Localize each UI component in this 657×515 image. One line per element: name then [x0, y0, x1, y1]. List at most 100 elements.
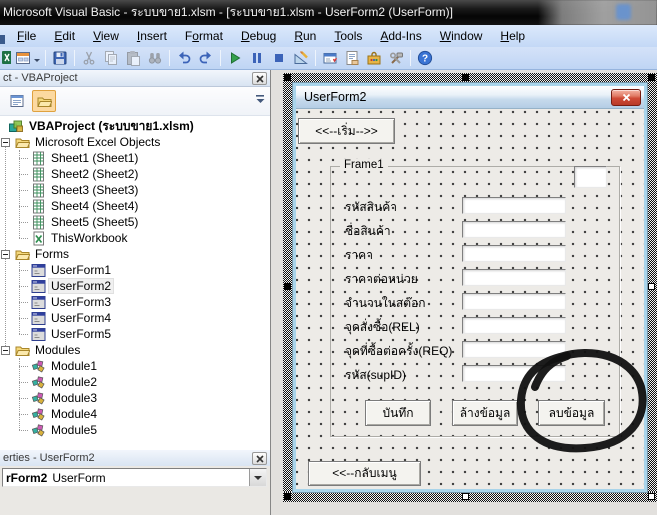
save-icon[interactable]: [50, 48, 70, 68]
tree-connector-line: [19, 382, 28, 383]
close-icon[interactable]: [252, 72, 267, 85]
tree-item-userform1[interactable]: UserForm1: [0, 262, 270, 278]
field-textbox-price[interactable]: [462, 245, 566, 262]
toolbar-separator: [169, 50, 170, 66]
dropdown-arrow-icon[interactable]: [249, 469, 266, 486]
tree-item-sheet4[interactable]: Sheet4 (Sheet4): [0, 198, 270, 214]
tree-item-microsoft-excel-objects[interactable]: Microsoft Excel Objects: [0, 134, 270, 150]
undo-icon[interactable]: [174, 48, 194, 68]
help-icon[interactable]: ?: [415, 48, 435, 68]
cut-icon[interactable]: [79, 48, 99, 68]
tree-item-label: UserForm4: [49, 311, 113, 325]
tree-item-label: UserForm3: [49, 295, 113, 309]
object-selector-combobox[interactable]: rForm2 UserForm: [2, 468, 267, 487]
tree-item-thisworkbook[interactable]: ThisWorkbook: [0, 230, 270, 246]
top-right-textbox[interactable]: [574, 166, 607, 188]
paste-icon[interactable]: [123, 48, 143, 68]
menu-window[interactable]: Window: [431, 27, 492, 45]
start-button[interactable]: <<--เริ่ม-->>: [298, 118, 395, 144]
tree-item-modules-folder[interactable]: Modules: [0, 342, 270, 358]
field-textbox-product-name[interactable]: [462, 221, 566, 238]
tree-item-userform2[interactable]: UserForm2: [0, 278, 270, 294]
tree-item-forms-folder[interactable]: Forms: [0, 246, 270, 262]
tree-item-label: UserForm1: [49, 263, 113, 277]
userform-close-button[interactable]: [611, 89, 641, 106]
back-to-menu-button[interactable]: <<--กลับเมนู: [308, 461, 421, 486]
tree-item-userform3[interactable]: UserForm3: [0, 294, 270, 310]
menu-debug[interactable]: Debug: [232, 27, 285, 45]
toolbar-overflow-icon[interactable]: [255, 94, 266, 109]
delete-data-button[interactable]: ลบข้อมูล: [538, 400, 605, 426]
resize-handle-top-left[interactable]: [284, 74, 291, 81]
toolbox-icon[interactable]: [364, 48, 384, 68]
view-code-icon[interactable]: [5, 90, 29, 112]
tree-expander-icon[interactable]: [1, 138, 10, 147]
resize-handle-bottom-left[interactable]: [284, 493, 291, 500]
menu-add-ins[interactable]: Add-Ins: [371, 27, 430, 45]
run-icon[interactable]: [225, 48, 245, 68]
tree-item-module2[interactable]: Module2: [0, 374, 270, 390]
field-textbox-reorder-qty-req[interactable]: [462, 341, 566, 358]
resize-handle-right-middle[interactable]: [648, 283, 655, 290]
tree-item-sheet2[interactable]: Sheet2 (Sheet2): [0, 166, 270, 182]
tree-item-module1[interactable]: Module1: [0, 358, 270, 374]
field-textbox-unit-price[interactable]: [462, 269, 566, 286]
menu-view[interactable]: View: [84, 27, 128, 45]
tree-item-module3[interactable]: Module3: [0, 390, 270, 406]
toggle-folders-icon[interactable]: [32, 90, 56, 112]
menu-file[interactable]: File: [8, 27, 45, 45]
close-icon[interactable]: [252, 452, 267, 465]
svg-text:?: ?: [422, 54, 428, 65]
menu-help[interactable]: Help: [491, 27, 534, 45]
userform-canvas[interactable]: <<--เริ่ม-->> Frame1 <<--กลับเมนู รหัสสิ…: [296, 109, 644, 489]
field-textbox-supplier-id[interactable]: [462, 365, 566, 382]
menu-insert[interactable]: Insert: [128, 27, 176, 45]
tree-item-label: UserForm2: [49, 279, 113, 293]
properties-panel-body: rForm2 UserForm nabetic Categorized: [0, 466, 270, 515]
tree-expander-icon[interactable]: [1, 346, 10, 355]
tree-item-module4[interactable]: Module4: [0, 406, 270, 422]
tree-item-userform5[interactable]: UserForm5: [0, 326, 270, 342]
excel-sheet-icon: [30, 215, 46, 230]
resize-handle-left-middle[interactable]: [284, 283, 291, 290]
save-button[interactable]: บันทึก: [365, 400, 431, 426]
menu-edit[interactable]: Edit: [45, 27, 84, 45]
properties-window-icon[interactable]: [342, 48, 362, 68]
field-textbox-reorder-point-rel[interactable]: [462, 317, 566, 334]
tree-item-sheet5[interactable]: Sheet5 (Sheet5): [0, 214, 270, 230]
tree-item-module5[interactable]: Module5: [0, 422, 270, 438]
break-icon[interactable]: [247, 48, 267, 68]
find-icon[interactable]: [145, 48, 165, 68]
object-browser-icon[interactable]: [386, 48, 406, 68]
tree-item-vbaproject-root[interactable]: VBAProject (ระบบขาย1.xlsm): [0, 118, 270, 134]
dropdown-arrow-icon[interactable]: [34, 59, 40, 65]
insert-userform-icon[interactable]: [13, 48, 33, 68]
resize-handle-top-middle[interactable]: [462, 74, 469, 81]
excel-icon[interactable]: [2, 48, 11, 68]
tree-item-userform4[interactable]: UserForm4: [0, 310, 270, 326]
tree-connector-line: [19, 158, 28, 159]
resize-handle-bottom-right[interactable]: [648, 493, 655, 500]
design-mode-icon[interactable]: [291, 48, 311, 68]
project-icon: [8, 119, 24, 134]
clear-data-button[interactable]: ล้างข้อมูล: [452, 400, 518, 426]
selection-border-bottom[interactable]: [283, 492, 657, 502]
redo-icon[interactable]: [196, 48, 216, 68]
menu-format[interactable]: Format: [176, 27, 232, 45]
tree-item-sheet1[interactable]: Sheet1 (Sheet1): [0, 150, 270, 166]
project-explorer-icon[interactable]: [320, 48, 340, 68]
tree-connector-line: [19, 222, 28, 223]
tree-item-sheet3[interactable]: Sheet3 (Sheet3): [0, 182, 270, 198]
menu-tools[interactable]: Tools: [325, 27, 371, 45]
field-textbox-stock-quantity[interactable]: [462, 293, 566, 310]
selection-border-top[interactable]: [283, 73, 657, 83]
menu-run[interactable]: Run: [285, 27, 325, 45]
reset-icon[interactable]: [269, 48, 289, 68]
copy-icon[interactable]: [101, 48, 121, 68]
resize-handle-top-right[interactable]: [648, 74, 655, 81]
tree-item-label: Module3: [49, 391, 99, 405]
tree-expander-icon[interactable]: [1, 250, 10, 259]
userform-titlebar[interactable]: UserForm2: [296, 86, 644, 109]
field-textbox-product-code[interactable]: [462, 197, 566, 214]
resize-handle-bottom-middle[interactable]: [462, 493, 469, 500]
